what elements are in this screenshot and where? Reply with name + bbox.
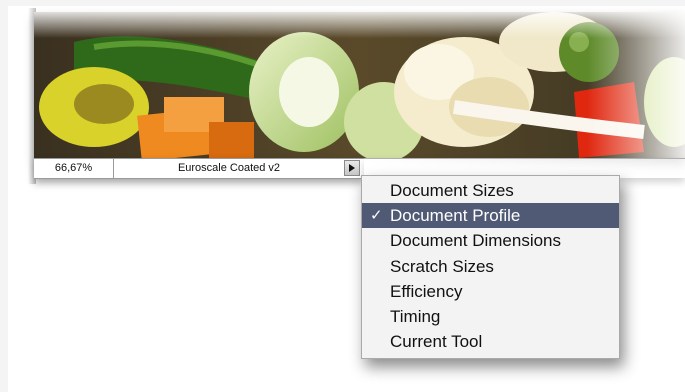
- document-canvas[interactable]: [34, 12, 685, 158]
- menu-item-scratch-sizes[interactable]: Scratch Sizes: [362, 254, 619, 279]
- status-info-popup-menu: Document Sizes ✓ Document Profile Docume…: [361, 175, 620, 359]
- status-menu-button[interactable]: [344, 160, 360, 176]
- menu-item-document-profile[interactable]: ✓ Document Profile: [362, 203, 619, 229]
- checkmark-icon: ✓: [370, 207, 383, 225]
- menu-item-current-tool[interactable]: Current Tool: [362, 329, 619, 354]
- menu-item-timing[interactable]: Timing: [362, 304, 619, 329]
- vegetable-photo: [34, 12, 685, 158]
- menu-item-document-dimensions[interactable]: Document Dimensions: [362, 228, 619, 253]
- zoom-level-field[interactable]: 66,67%: [34, 159, 114, 178]
- triangle-right-icon: [349, 164, 355, 172]
- document-status-bar: 66,67% Euroscale Coated v2: [34, 158, 364, 179]
- menu-item-efficiency[interactable]: Efficiency: [362, 279, 619, 304]
- document-profile-info: Euroscale Coated v2: [177, 162, 281, 174]
- menu-item-document-sizes[interactable]: Document Sizes: [362, 178, 619, 203]
